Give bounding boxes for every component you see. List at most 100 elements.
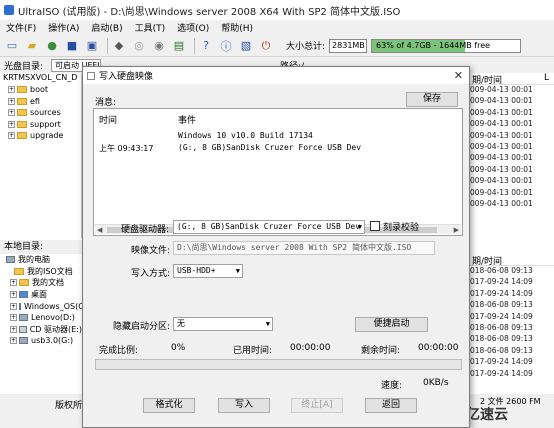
list-item[interactable]: 009-04-13 00:01 [470,176,554,187]
tree-folder[interactable]: + efi [0,96,81,108]
save-button[interactable]: 保存 [406,92,458,107]
mount-icon[interactable]: ◉ [151,38,167,54]
menu-tools[interactable]: 工具(T) [129,21,172,34]
list-item[interactable]: 009-04-13 00:01 [470,153,554,164]
watermark-logo: 亿速云 [466,407,508,423]
column-extra-header[interactable]: L [544,73,549,84]
scroll-left-icon[interactable]: ◀ [97,225,102,235]
list-item[interactable]: 018-06-08 09:13 [470,266,554,277]
expand-icon[interactable]: + [8,86,15,94]
menu-help[interactable]: 帮助(H) [215,21,259,34]
list-item[interactable]: 009-04-13 00:01 [470,108,554,119]
folder-icon [17,97,27,105]
local-item-documents[interactable]: + 我的文档 [0,277,82,289]
tree-folder[interactable]: + support [0,119,81,131]
verify-label: 刻录校验 [383,223,420,233]
list-item[interactable]: 018-06-08 09:13 [470,346,554,357]
close-icon[interactable]: ✕ [454,69,463,82]
local-item-iso-docs[interactable]: 我的ISO文档 [0,266,82,278]
list-item[interactable]: 009-04-13 00:01 [470,85,554,96]
message-event: (G:, 8 GB)SanDisk Cruzer Force USB Dev [178,143,362,152]
hide-partition-select[interactable]: 无 ▼ [173,317,273,331]
verify-checkbox[interactable] [370,221,380,231]
column-time-header: 时间 [99,116,118,126]
extract-icon[interactable]: ● [44,38,60,54]
list-item[interactable]: 017-09-24 14:09 [470,369,554,380]
list-item[interactable]: 009-04-13 00:01 [470,199,554,210]
write-method-value: USB-HDD+ [177,266,216,275]
drive-select[interactable]: (G:, 8 GB)SanDisk Cruzer Force USB Dev ▼ [173,220,365,234]
progress-label: 完成比例: [99,346,139,356]
list-item[interactable]: 017-09-24 14:09 [470,312,554,323]
expand-icon[interactable]: + [10,337,17,345]
list-item[interactable]: 018-06-08 09:13 [470,300,554,311]
info-icon[interactable]: ⓘ [218,38,234,54]
list-item[interactable]: 009-04-13 00:01 [470,188,554,199]
list-item[interactable]: 009-04-13 00:01 [470,119,554,130]
tree-folder-label: efi [30,96,40,106]
exit-icon[interactable]: ⏻ [258,38,274,54]
expand-icon[interactable]: + [8,97,15,105]
expand-icon[interactable]: + [10,314,17,322]
local-item-desktop[interactable]: + 桌面 [0,289,82,301]
local-item-label: usb3.0(G:) [31,336,74,346]
list-item[interactable]: 009-04-13 00:01 [470,165,554,176]
window-titlebar: UltraISO (试用版) - D:\尚思\Windows server 20… [0,0,554,20]
save-as-icon[interactable]: ▣ [84,38,100,54]
back-button[interactable]: 返回 [365,398,417,413]
menu-options[interactable]: 选项(O) [171,21,215,34]
hide-partition-label: 隐藏启动分区: [113,322,171,332]
image-file-field[interactable]: D:\尚思\Windows server 2008 With SP2 简体中文版… [173,241,435,255]
toolbar-separator [107,37,108,54]
column-date-header[interactable]: 期/时间 [470,254,544,267]
add-files-icon[interactable]: ◆ [111,38,127,54]
format-button[interactable]: 格式化 [143,398,195,413]
expand-icon[interactable]: + [10,302,17,310]
menu-actions[interactable]: 操作(A) [42,21,85,34]
write-button[interactable]: 写入 [218,398,270,413]
tree-root[interactable]: KRTMSXVOL_CN_D [0,73,81,84]
cd-drive-icon [19,325,27,333]
burn-icon[interactable]: ◎ [131,38,147,54]
expand-icon[interactable]: + [8,120,15,128]
local-item-drive-g[interactable]: + usb3.0(G:) [0,335,82,347]
drive-label: 硬盘驱动器: [121,225,170,235]
message-log: 时间 事件 Windows 10 v10.0 Build 17134 上午 09… [93,108,463,236]
local-item-computer[interactable]: 我的电脑 [0,254,82,266]
local-item-label: Lenovo(D:) [31,313,75,323]
list-item[interactable]: 009-04-13 00:01 [470,131,554,142]
scroll-right-icon[interactable]: ▶ [454,225,459,235]
list-item[interactable]: 017-09-24 14:09 [470,277,554,288]
quick-boot-button[interactable]: 便捷启动 [355,317,428,332]
help-icon[interactable]: ? [198,38,214,54]
tree-folder[interactable]: + boot [0,84,81,96]
expand-icon[interactable]: + [10,279,17,287]
write-method-select[interactable]: USB-HDD+ ▼ [173,264,243,278]
compress-icon[interactable]: ▤ [171,38,187,54]
drive-icon [19,302,21,310]
expand-icon[interactable]: + [10,291,17,299]
local-item-drive-e[interactable]: + CD 驱动器(E:) [0,324,82,336]
abort-button[interactable]: 终止[A] [291,398,343,413]
tree-folder[interactable]: + sources [0,107,81,119]
expand-icon[interactable]: + [8,109,15,117]
list-item[interactable]: 017-09-24 14:09 [470,357,554,368]
save-icon[interactable]: ■ [64,38,80,54]
list-item[interactable]: 009-04-13 00:01 [470,96,554,107]
local-item-drive-d[interactable]: + Lenovo(D:) [0,312,82,324]
expand-icon[interactable]: + [8,132,15,140]
folder-icon [17,86,27,94]
open-icon[interactable]: ▰ [24,38,40,54]
list-item[interactable]: 018-06-08 09:13 [470,334,554,345]
menu-file[interactable]: 文件(F) [0,21,42,34]
expand-icon[interactable]: + [10,325,17,333]
list-item[interactable]: 018-06-08 09:13 [470,323,554,334]
new-icon[interactable]: ▭ [4,38,20,54]
list-item[interactable]: 009-04-13 00:01 [470,142,554,153]
menu-bootable[interactable]: 启动(B) [85,21,128,34]
column-date-header[interactable]: 期/时间 [470,73,544,86]
list-item[interactable]: 017-09-24 14:09 [470,289,554,300]
local-item-drive-c[interactable]: + Windows_OS(C:) [0,300,82,312]
register-icon[interactable]: ▧ [238,38,254,54]
tree-folder[interactable]: + upgrade [0,130,81,142]
